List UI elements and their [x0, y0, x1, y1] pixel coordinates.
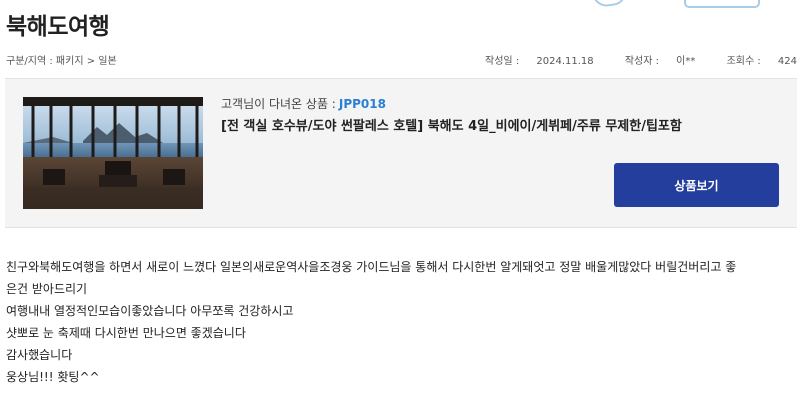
decorative-curve [591, 0, 629, 9]
review-content: 친구와북해도여행을 하면서 새로이 느꼈다 일본의새로운역사을조경웅 가이드님을… [6, 256, 798, 388]
hotel-lake-view-image [23, 97, 203, 209]
post-meta: 구분/지역 : 패키지 > 일본 작성일 : 2024.11.18 작성자 : … [6, 54, 797, 70]
review-line: 샷뽀로 눈 축제때 다시한번 만나으면 좋겠습니다 [6, 326, 246, 340]
review-detail-page: 북해도여행 구분/지역 : 패키지 > 일본 작성일 : 2024.11.18 … [0, 0, 805, 403]
category-label: 구분/지역 [6, 56, 47, 67]
category-path: 패키지 > 일본 [55, 56, 117, 67]
date-info: 작성일 : 2024.11.18 [485, 56, 594, 67]
review-line: 은건 받아드리기 [6, 282, 88, 296]
decorative-tab [684, 0, 760, 8]
view-product-button[interactable]: 상품보기 [614, 163, 779, 207]
views-info: 조회수 : 424 [726, 56, 797, 67]
review-line: 친구와북해도여행을 하면서 새로이 느꼈다 일본의새로운역사을조경웅 가이드님을… [6, 260, 737, 274]
visited-product-card: 고객님이 다녀온 상품 : JPP018 [전 객실 호수뷰/도야 썬팔레스 호텔… [5, 78, 797, 228]
post-author: 이** [676, 56, 696, 67]
author-info: 작성자 : 이** [624, 56, 696, 67]
post-info: 작성일 : 2024.11.18 작성자 : 이** 조회수 : 424 [457, 54, 797, 70]
product-name[interactable]: [전 객실 호수뷰/도야 썬팔레스 호텔] 북해도 4일_비에이/게뷔페/주류 … [221, 118, 682, 136]
product-code[interactable]: JPP018 [339, 97, 386, 111]
visited-product-line: 고객님이 다녀온 상품 : JPP018 [221, 95, 386, 113]
review-line: 웅상님!!! 홧팅^^ [6, 370, 100, 384]
visited-label: 고객님이 다녀온 상품 : [221, 97, 336, 111]
category-breadcrumb: 구분/지역 : 패키지 > 일본 [6, 56, 117, 67]
view-count: 424 [777, 56, 797, 67]
page-title: 북해도여행 [6, 14, 110, 40]
review-line: 여행내내 열정적인모습이좋았습니다 아무쪼록 건강하시고 [6, 304, 294, 318]
review-line: 감사했습니다 [6, 348, 73, 362]
post-date: 2024.11.18 [536, 56, 594, 67]
product-thumbnail[interactable] [23, 97, 203, 209]
